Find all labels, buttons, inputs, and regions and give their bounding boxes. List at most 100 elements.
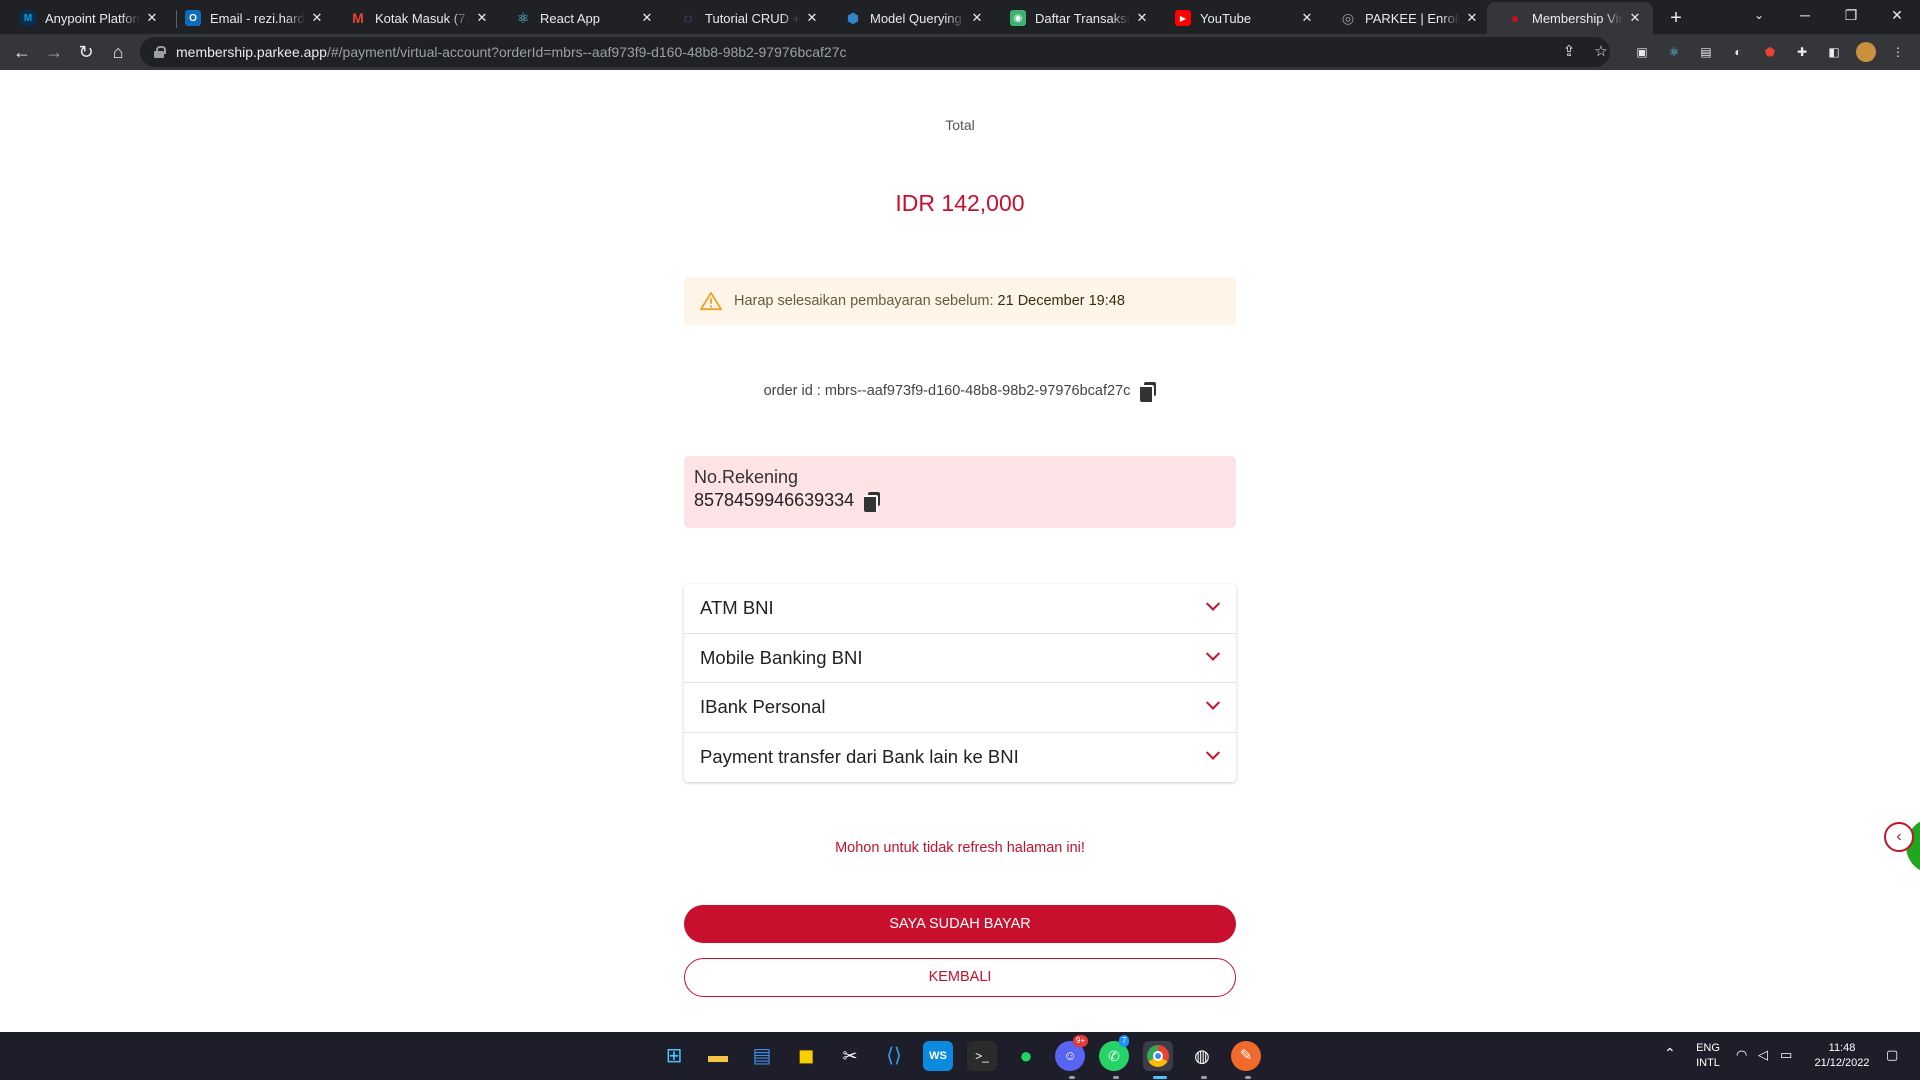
battery-icon[interactable]: ▭ xyxy=(1780,1047,1792,1062)
sticky-notes-icon[interactable]: ◼ xyxy=(791,1041,821,1071)
close-icon[interactable]: ✕ xyxy=(1627,10,1643,26)
gmail-icon: M xyxy=(352,10,364,26)
tab-gmail[interactable]: M Kotak Masuk (7.38 ✕ xyxy=(330,2,500,34)
whatsapp-icon[interactable]: ✆ 7 xyxy=(1099,1035,1130,1071)
home-icon[interactable]: ⌂ xyxy=(104,38,132,66)
tab-title: Anypoint Platform xyxy=(45,10,140,26)
close-icon[interactable]: ✕ xyxy=(969,10,985,26)
tab-search-icon[interactable]: ⌄ xyxy=(1736,0,1782,30)
tab-title: PARKEE | Enroll Me xyxy=(1365,10,1460,26)
close-icon[interactable]: ✕ xyxy=(1134,10,1150,26)
parkee-icon: ● xyxy=(1510,10,1520,26)
payment-deadline: 21 December 19:48 xyxy=(997,293,1125,309)
notepad-icon[interactable]: ▤ xyxy=(747,1041,777,1071)
tab-model-querying[interactable]: ⬢ Model Querying - ✕ xyxy=(825,2,995,34)
accordion-label: Payment transfer dari Bank lain ke BNI xyxy=(700,746,1019,768)
close-icon[interactable]: ✕ xyxy=(144,10,160,26)
back-button[interactable]: KEMBALI xyxy=(684,958,1236,997)
vscode-icon[interactable]: ⟨⟩ xyxy=(879,1041,909,1071)
account-number: 8578459946639334 xyxy=(694,490,855,510)
tab-title: YouTube xyxy=(1200,10,1252,26)
accordion-atm-bni[interactable]: ATM BNI xyxy=(684,584,1236,634)
language-indicator[interactable]: ENG INTL xyxy=(1694,1041,1722,1071)
close-icon[interactable]: ✕ xyxy=(474,10,490,26)
webstorm-icon[interactable]: WS xyxy=(923,1041,953,1071)
profile-avatar[interactable] xyxy=(1856,42,1876,62)
chevron-left-icon[interactable]: ‹ xyxy=(1884,822,1914,852)
account-number-label: No.Rekening xyxy=(694,467,799,487)
chevron-down-icon xyxy=(1205,695,1221,711)
outlook-icon: O xyxy=(185,10,201,26)
tab-daftar-transaksi[interactable]: ◉ Daftar Transaksi Pe ✕ xyxy=(990,2,1160,34)
github-desktop-icon[interactable]: ◍ xyxy=(1187,1041,1217,1071)
accordion-ibank-personal[interactable]: IBank Personal xyxy=(684,683,1236,733)
mulesoft-icon: M xyxy=(20,10,36,26)
close-icon[interactable]: ✕ xyxy=(1299,10,1315,26)
order-id-row: order id : mbrs--aaf973f9-d160-48b8-98b2… xyxy=(0,382,1920,402)
new-tab-button[interactable]: + xyxy=(1662,4,1690,32)
copy-account-number-icon[interactable] xyxy=(864,491,881,512)
accordion-transfer-other-bank[interactable]: Payment transfer dari Bank lain ke BNI xyxy=(684,733,1236,783)
side-panel-icon[interactable]: ◧ xyxy=(1824,42,1844,62)
already-paid-button[interactable]: SAYA SUDAH BAYAR xyxy=(684,905,1236,943)
extension-card-icon[interactable]: ▤ xyxy=(1696,42,1716,62)
tab-membership-virtual[interactable]: ● Membership Virtua ✕ xyxy=(1487,2,1653,34)
file-explorer-icon[interactable]: ▬ xyxy=(703,1041,733,1071)
total-label: Total xyxy=(945,117,975,133)
extension-circle-icon[interactable]: ◐ xyxy=(1728,42,1748,62)
windows-start-icon[interactable]: ⊞ xyxy=(659,1041,689,1071)
whatsapp-badge: 7 xyxy=(1119,1035,1130,1047)
close-icon[interactable]: ✕ xyxy=(309,10,325,26)
app-icon: ◉ xyxy=(1010,10,1026,26)
order-id: order id : mbrs--aaf973f9-d160-48b8-98b2… xyxy=(763,383,1131,399)
reload-icon[interactable]: ↻ xyxy=(72,38,100,66)
minimize-icon[interactable]: ─ xyxy=(1782,0,1828,30)
warning-icon xyxy=(700,291,722,311)
extensions-puzzle-icon[interactable]: ✚ xyxy=(1792,42,1812,62)
chrome-icon[interactable] xyxy=(1143,1041,1173,1071)
postman-icon[interactable]: ✎ xyxy=(1231,1041,1261,1071)
accordion-label: Mobile Banking BNI xyxy=(700,646,863,668)
snipping-tool-icon[interactable]: ✂ xyxy=(835,1041,865,1071)
tab-title: Email - rezi.hardian xyxy=(210,10,305,26)
back-icon[interactable]: ← xyxy=(8,38,36,66)
tab-tutorial[interactable]: ◌ Tutorial CRUD + In ✕ xyxy=(660,2,830,34)
share-icon[interactable]: ⇪ xyxy=(1560,43,1578,61)
discord-icon[interactable]: ☺ 9+ xyxy=(1055,1035,1089,1071)
extension-shield-icon[interactable]: ⬟ xyxy=(1760,42,1780,62)
spotify-icon[interactable]: ● xyxy=(1011,1041,1041,1071)
tab-parkee-enroll[interactable]: ◎ PARKEE | Enroll Me ✕ xyxy=(1320,2,1490,34)
clock-time: 11:48 xyxy=(1828,1042,1856,1054)
clock[interactable]: 11:48 21/12/2022 xyxy=(1812,1041,1872,1071)
globe-icon: ◎ xyxy=(1341,9,1355,26)
forward-icon[interactable]: → xyxy=(40,38,68,66)
browser-tab-strip: M Anypoint Platform ✕ O Email - rezi.har… xyxy=(0,0,1920,34)
tab-youtube[interactable]: ▶ YouTube ✕ xyxy=(1155,2,1325,34)
close-icon[interactable]: ✕ xyxy=(804,10,820,26)
react-devtools-icon[interactable]: ⚛ xyxy=(1664,42,1684,62)
accordion-label: IBank Personal xyxy=(700,696,826,718)
close-icon[interactable]: ✕ xyxy=(1464,10,1480,26)
address-bar[interactable]: membership.parkee.app /#/payment/virtual… xyxy=(140,37,1610,67)
notification-icon[interactable]: ▢ xyxy=(1886,1047,1898,1062)
tab-react-app[interactable]: ⚛ React App ✕ xyxy=(495,2,665,34)
browser-toolbar: ← → ↻ ⌂ membership.parkee.app /#/payment… xyxy=(0,34,1920,70)
tab-anypoint[interactable]: M Anypoint Platform ✕ xyxy=(0,2,170,34)
bookmark-star-icon[interactable]: ☆ xyxy=(1592,43,1610,61)
close-icon[interactable]: ✕ xyxy=(639,10,655,26)
menu-kebab-icon[interactable]: ⋮ xyxy=(1888,42,1908,62)
wifi-icon[interactable]: ◠ xyxy=(1736,1047,1747,1062)
warning-text: Harap selesaikan pembayaran sebelum: xyxy=(734,293,994,309)
account-number-row: 8578459946639334 xyxy=(694,490,1226,512)
tray-overflow-icon[interactable]: ⌃ xyxy=(1664,1046,1676,1061)
copy-order-id-icon[interactable] xyxy=(1140,382,1157,402)
active-indicator xyxy=(1153,1076,1167,1079)
close-window-icon[interactable]: ✕ xyxy=(1874,0,1920,30)
terminal-icon[interactable]: >_ xyxy=(967,1041,997,1071)
tab-outlook[interactable]: O Email - rezi.hardian ✕ xyxy=(165,2,335,34)
volume-icon[interactable]: ◁ xyxy=(1758,1047,1768,1062)
extension-screen-icon[interactable]: ▣ xyxy=(1632,42,1652,62)
accordion-mobile-banking-bni[interactable]: Mobile Banking BNI xyxy=(684,634,1236,683)
restore-icon[interactable]: ❐ xyxy=(1828,0,1874,30)
no-refresh-notice: Mohon untuk tidak refresh halaman ini! xyxy=(835,840,1085,856)
